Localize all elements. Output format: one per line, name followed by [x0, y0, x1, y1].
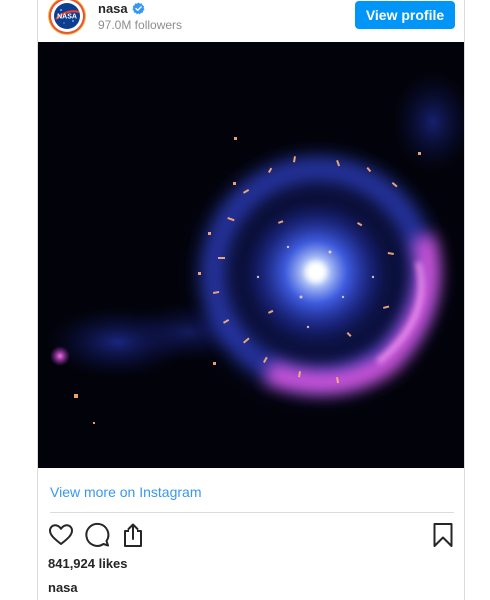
follower-count: 97.0M followers: [98, 18, 183, 32]
divider: [50, 512, 454, 513]
avatar-text: NASA: [57, 14, 77, 21]
view-profile-button[interactable]: View profile: [355, 1, 455, 29]
username[interactable]: nasa: [98, 1, 128, 16]
nebula-image: [38, 42, 464, 468]
nasa-logo-icon: NASA: [54, 3, 80, 29]
avatar[interactable]: NASA: [51, 0, 83, 32]
heart-icon[interactable]: [48, 522, 74, 548]
post-header: NASA nasa 97.0M followers View profile: [38, 0, 464, 40]
like-count: 841,924 likes: [48, 556, 128, 571]
post-image[interactable]: [38, 42, 464, 468]
comment-icon[interactable]: [84, 522, 110, 548]
share-icon[interactable]: [120, 522, 146, 548]
instagram-embed: NASA nasa 97.0M followers View profile V…: [37, 0, 465, 600]
verified-badge-icon: [132, 2, 145, 15]
bookmark-icon[interactable]: [430, 522, 456, 548]
caption-username[interactable]: nasa: [48, 580, 78, 595]
view-more-link[interactable]: View more on Instagram: [50, 484, 201, 500]
